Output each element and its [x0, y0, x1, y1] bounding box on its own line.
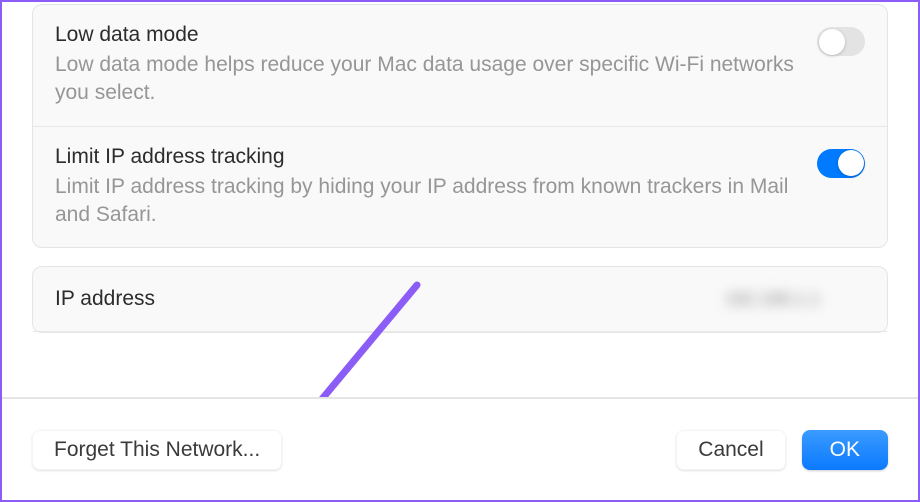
- low-data-mode-row: Low data mode Low data mode helps reduce…: [33, 5, 887, 126]
- dialog-footer: Forget This Network... Cancel OK: [2, 397, 918, 500]
- footer-right-buttons: Cancel OK: [676, 430, 888, 470]
- limit-ip-tracking-title: Limit IP address tracking: [55, 145, 797, 169]
- settings-group: Low data mode Low data mode helps reduce…: [32, 4, 888, 248]
- ip-address-value: 192.168.1.1: [725, 289, 865, 309]
- row-text: Limit IP address tracking Limit IP addre…: [55, 145, 797, 230]
- low-data-mode-title: Low data mode: [55, 23, 797, 47]
- ok-button[interactable]: OK: [802, 430, 888, 470]
- cancel-button[interactable]: Cancel: [676, 430, 785, 470]
- limit-ip-tracking-toggle[interactable]: [817, 149, 865, 178]
- row-text: Low data mode Low data mode helps reduce…: [55, 23, 797, 108]
- limit-ip-tracking-description: Limit IP address tracking by hiding your…: [55, 173, 797, 230]
- low-data-mode-description: Low data mode helps reduce your Mac data…: [55, 51, 797, 108]
- toggle-knob: [838, 150, 864, 176]
- ip-group: IP address 192.168.1.1: [32, 266, 888, 333]
- low-data-mode-toggle[interactable]: [817, 27, 865, 56]
- settings-content: Low data mode Low data mode helps reduce…: [2, 2, 918, 397]
- toggle-knob: [819, 29, 845, 55]
- limit-ip-tracking-row: Limit IP address tracking Limit IP addre…: [33, 126, 887, 248]
- ip-address-label: IP address: [55, 287, 155, 311]
- forget-network-button[interactable]: Forget This Network...: [32, 430, 282, 470]
- ip-address-row: IP address 192.168.1.1: [33, 267, 887, 332]
